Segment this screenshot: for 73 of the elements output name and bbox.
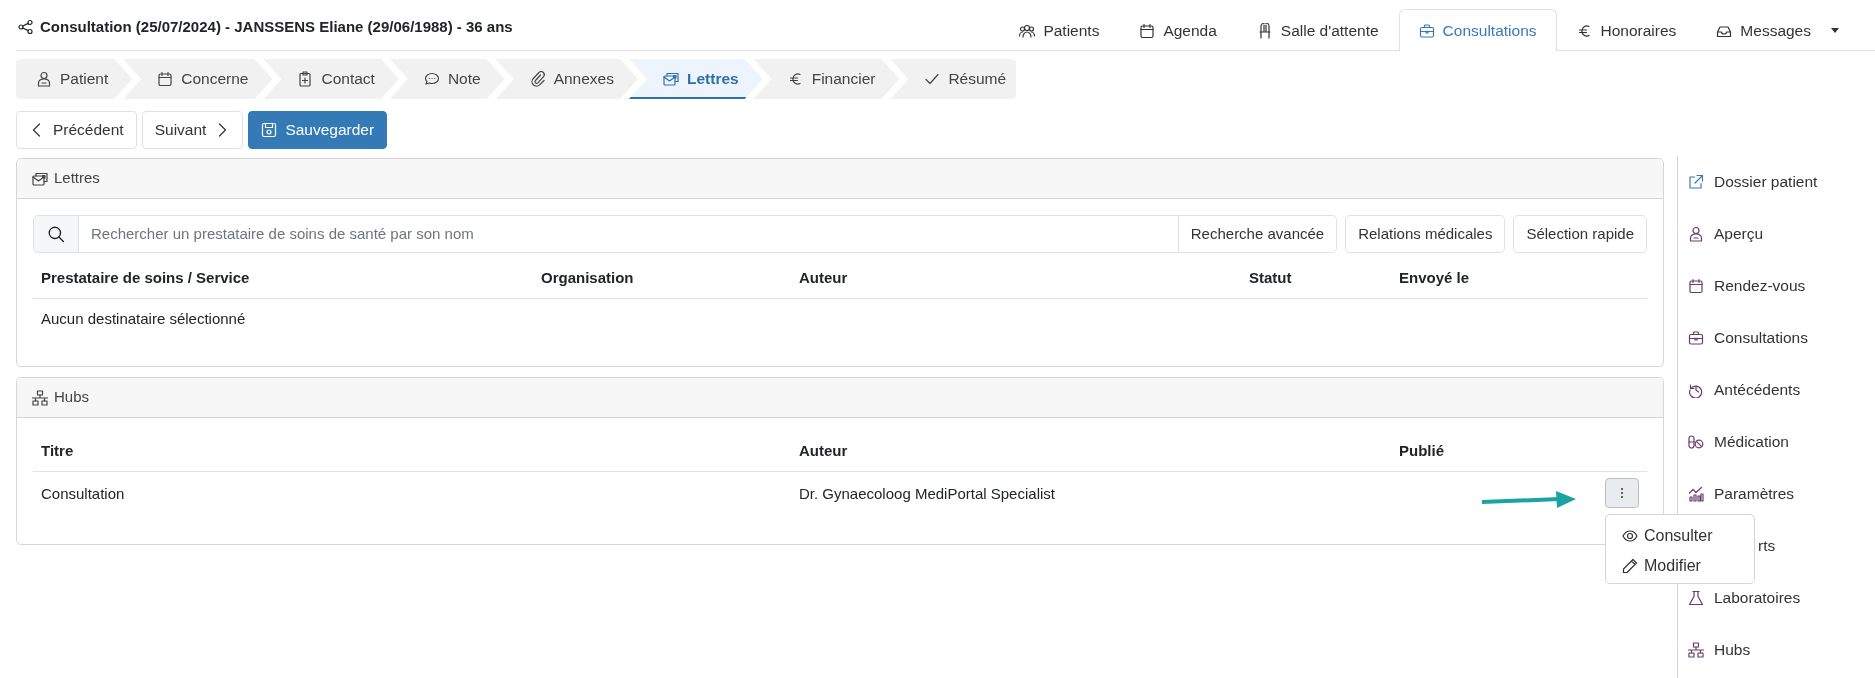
sidebar-item[interactable]: Médication — [1678, 416, 1872, 468]
nav-tab[interactable]: Messages — [1696, 9, 1859, 51]
nav-tab[interactable]: Consultations — [1398, 9, 1557, 51]
column-header: Organisation — [541, 269, 634, 286]
search-field[interactable]: Rechercher un prestataire de soins de santé par son nom Recherche avancée — [33, 215, 1338, 253]
sidebar-item[interactable]: Consultations — [1678, 312, 1872, 364]
sidebar-item[interactable]: Rendez-vous — [1678, 260, 1872, 312]
search-option-button[interactable]: Sélection rapide — [1513, 215, 1647, 253]
calendar-icon — [157, 71, 174, 87]
sidebar-item[interactable]: Hubs — [1678, 624, 1872, 676]
column-header: Auteur — [799, 442, 848, 459]
step-tab[interactable]: Note — [389, 59, 505, 99]
network-icon — [1688, 642, 1704, 658]
clipboard-icon — [297, 71, 314, 87]
share-icon — [18, 18, 34, 35]
envelope-icon — [663, 71, 679, 87]
step-tab[interactable]: Annexes — [495, 59, 638, 99]
column-header: Envoyé le — [1399, 269, 1470, 286]
pills-icon — [1688, 434, 1704, 450]
chat-icon — [423, 71, 440, 87]
search-option-button[interactable]: Relations médicales — [1345, 215, 1506, 253]
card-title: Hubs — [54, 387, 90, 408]
people-icon — [1019, 22, 1036, 39]
nav-tab[interactable]: Agenda — [1119, 9, 1237, 51]
step-tab[interactable]: Patient — [16, 59, 133, 99]
empty-message: Aucun destinataire sélectionné — [41, 309, 246, 327]
network-icon — [32, 389, 48, 406]
flask-icon — [1688, 590, 1704, 606]
page-title: Consultation (25/07/2024) - JANSSENS Eliane (29/06/1988) - 36 ans — [40, 16, 513, 37]
more-options-button[interactable] — [1605, 477, 1639, 508]
external-link-icon — [1688, 174, 1704, 190]
next-button[interactable]: Suivant — [141, 111, 244, 149]
step-tab[interactable]: Résumé — [890, 59, 1017, 99]
pencil-icon — [1622, 558, 1638, 574]
history-icon — [1688, 382, 1704, 398]
calendar-icon — [1688, 278, 1704, 294]
step-tab[interactable]: Concerne — [123, 59, 273, 99]
doctor-icon — [36, 71, 52, 87]
euro-icon — [787, 71, 804, 87]
check-icon — [924, 71, 941, 87]
column-header: Statut — [1249, 269, 1292, 286]
step-tab[interactable]: Lettres — [629, 59, 763, 99]
sidebar-item[interactable]: Paramètres — [1678, 468, 1872, 520]
sidebar-item[interactable]: Dossier patient — [1678, 156, 1872, 208]
step-tab[interactable]: Contact — [263, 59, 399, 99]
column-header: Publié — [1399, 442, 1444, 459]
sidebar-item[interactable]: Antécédents — [1678, 364, 1872, 416]
save-icon — [261, 122, 278, 138]
menu-item[interactable]: Consulter — [1606, 521, 1754, 551]
paperclip-icon — [529, 71, 546, 87]
nav-tab[interactable]: Patients — [999, 9, 1120, 51]
sidebar-item[interactable]: Aperçu — [1678, 208, 1872, 260]
search-icon — [47, 225, 65, 243]
column-header: Titre — [41, 442, 74, 459]
briefcase-icon — [1688, 330, 1704, 346]
briefcase-icon — [1418, 22, 1435, 39]
table-cell: Dr. Gynaecoloog MediPortal Specialist — [799, 484, 1055, 502]
envelope-icon — [32, 170, 48, 187]
step-tab[interactable]: Financier — [753, 59, 900, 99]
nav-tab[interactable]: Salle d'attente — [1236, 9, 1399, 51]
table-cell: Consultation — [41, 484, 125, 502]
calendar-icon — [1139, 22, 1156, 39]
column-header: Auteur — [799, 269, 848, 286]
doctor-icon — [1688, 226, 1704, 242]
euro-icon — [1576, 22, 1593, 39]
eye-icon — [1622, 528, 1638, 544]
previous-button[interactable]: Précédent — [16, 111, 137, 149]
save-button[interactable]: Sauvegarder — [248, 111, 388, 149]
nav-tab[interactable]: Honoraires — [1556, 9, 1697, 51]
card-title: Lettres — [54, 168, 100, 189]
column-header: Prestataire de soins / Service — [41, 269, 250, 286]
kebab-icon — [1620, 486, 1624, 499]
chart-icon — [1688, 486, 1704, 502]
